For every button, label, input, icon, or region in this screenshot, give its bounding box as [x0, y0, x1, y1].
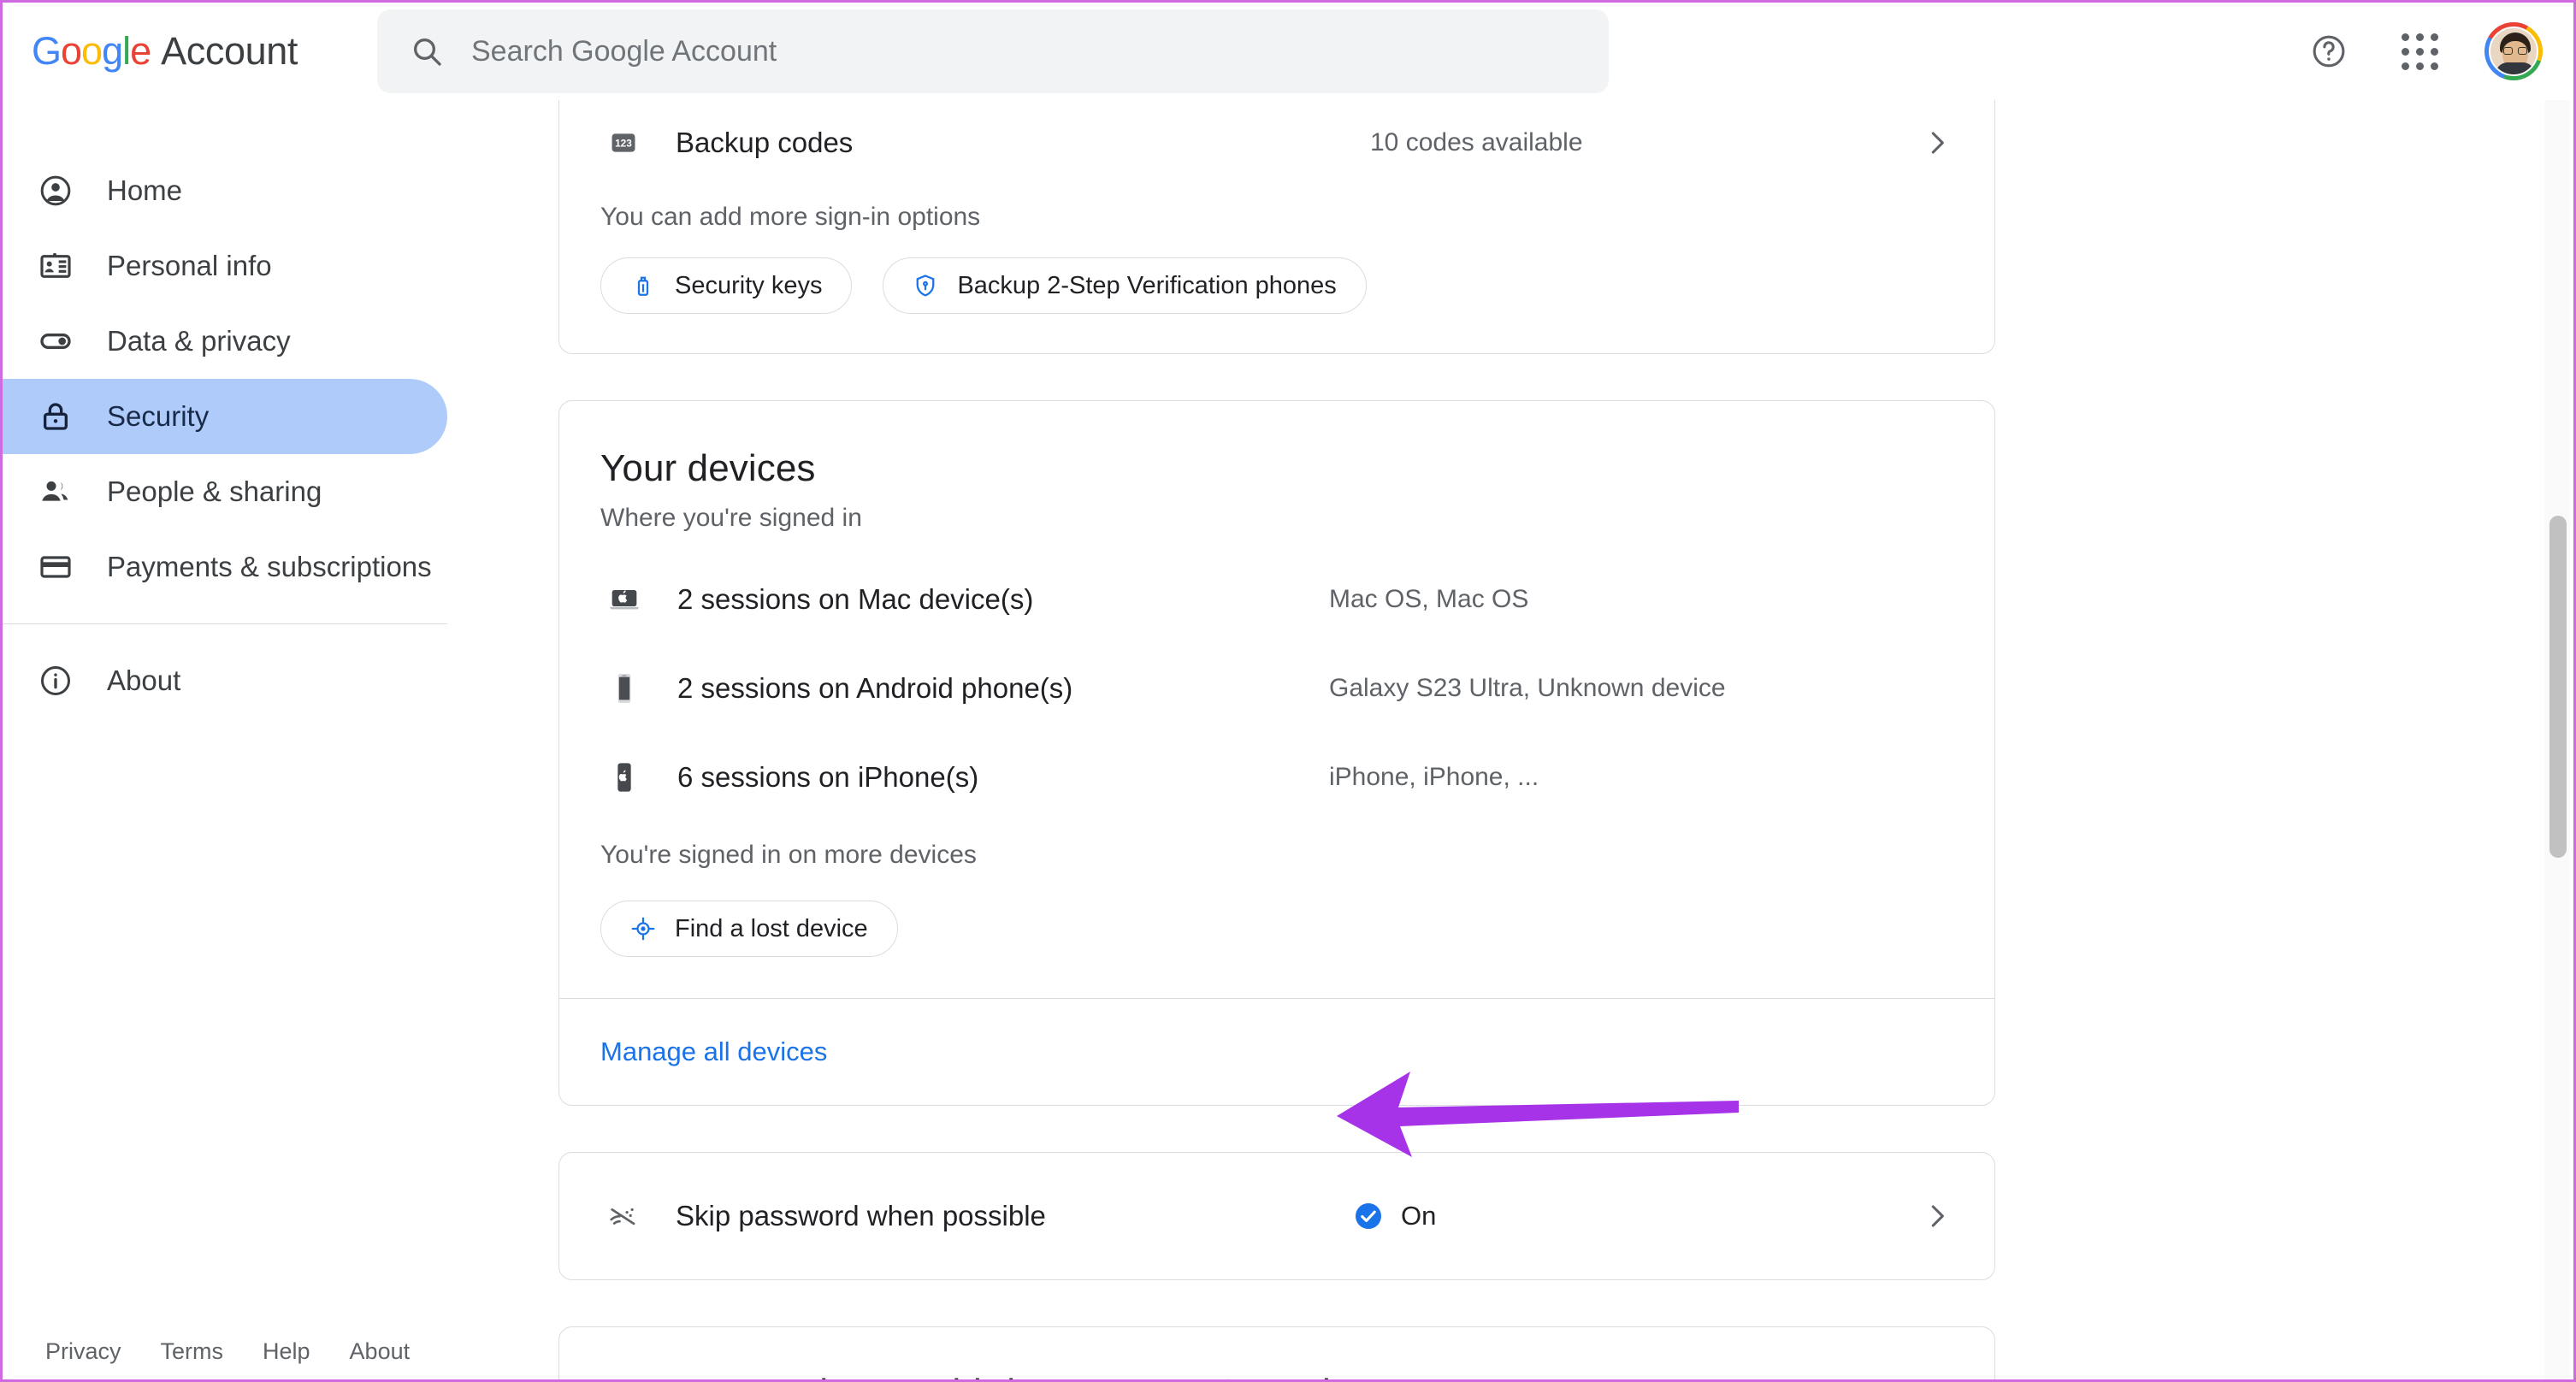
devices-card-footer: Manage all devices: [559, 998, 1994, 1105]
main-content: 123 Backup codes 10 codes available You …: [482, 100, 2573, 1379]
find-lost-device-label: Find a lost device: [675, 914, 868, 942]
people-icon: [33, 475, 78, 509]
apps-grid-icon[interactable]: [2394, 26, 2445, 77]
sidebar-item-label: People & sharing: [107, 475, 322, 507]
apps-grid-dots: [2401, 32, 2438, 70]
security-keys-chip[interactable]: Security keys: [600, 257, 853, 314]
device-detail: Mac OS, Mac OS: [1329, 585, 1529, 613]
passkey-icon: [600, 1200, 647, 1232]
sidebar-item-about[interactable]: About: [3, 643, 447, 718]
shield-check-icon: [913, 273, 938, 298]
search-input[interactable]: Search Google Account: [471, 35, 777, 68]
sidebar-item-label: Home: [107, 174, 183, 206]
device-label: 6 sessions on iPhone(s): [677, 761, 979, 793]
sidebar-item-label: Security: [107, 400, 210, 432]
signin-options-card: 123 Backup codes 10 codes available You …: [558, 100, 1995, 354]
sidebar-item-label: Data & privacy: [107, 325, 291, 357]
iphone-icon: [600, 760, 648, 794]
signin-helper-text: You can add more sign-in options: [600, 203, 981, 231]
check-circle-icon: [1353, 1201, 1384, 1231]
connections-title: Your connections to third-party apps & s…: [600, 1372, 1953, 1379]
device-row-mac[interactable]: 2 sessions on Mac device(s) Mac OS, Mac …: [600, 555, 1953, 644]
avatar-image: [2489, 27, 2538, 76]
device-row-android[interactable]: 2 sessions on Android phone(s) Galaxy S2…: [600, 644, 1953, 733]
header-actions: [2303, 3, 2543, 100]
content-column: 123 Backup codes 10 codes available You …: [558, 100, 1995, 1379]
backup-codes-row[interactable]: 123 Backup codes 10 codes available: [559, 100, 1994, 187]
signin-chip-row: Security keys Backup 2-Step Verification…: [559, 232, 1994, 353]
browser-page-frame: Google Account Search Google Account Hom…: [0, 0, 2576, 1382]
find-lost-device-chip[interactable]: Find a lost device: [600, 901, 898, 957]
google-account-brand[interactable]: Google Account: [32, 29, 298, 74]
device-detail: iPhone, iPhone, ...: [1329, 763, 1539, 791]
backup-codes-title: Backup codes: [676, 127, 854, 158]
find-device-row: Find a lost device: [559, 870, 1994, 998]
skip-password-title: Skip password when possible: [676, 1200, 1046, 1231]
avatar[interactable]: [2484, 22, 2543, 80]
id-card-icon: [33, 249, 78, 283]
footer-link-about[interactable]: About: [350, 1338, 411, 1365]
device-label: 2 sessions on Mac device(s): [677, 583, 1034, 615]
sidebar-item-people-sharing[interactable]: People & sharing: [3, 454, 447, 529]
sidebar-item-home[interactable]: Home: [3, 153, 447, 228]
help-circle-icon[interactable]: [2303, 26, 2354, 77]
manage-all-devices-link[interactable]: Manage all devices: [600, 1036, 827, 1066]
skip-password-card: Skip password when possible On: [558, 1152, 1995, 1280]
search-bar[interactable]: Search Google Account: [377, 9, 1609, 93]
devices-title: Your devices: [600, 447, 816, 489]
sidebar-item-label: Personal info: [107, 250, 272, 281]
more-devices-text: You're signed in on more devices: [600, 841, 977, 869]
sidebar-item-label: About: [107, 664, 181, 696]
android-phone-icon: [600, 671, 648, 706]
devices-header: Your devices Where you're signed in: [559, 401, 1994, 533]
footer-link-terms[interactable]: Terms: [161, 1338, 224, 1365]
device-label: 2 sessions on Android phone(s): [677, 672, 1073, 704]
sidebar-item-label: Payments & subscriptions: [107, 551, 432, 582]
app-header: Google Account Search Google Account: [3, 3, 2573, 100]
numbers-123-icon: 123: [600, 128, 647, 157]
your-devices-card: Your devices Where you're signed in 2 se…: [558, 400, 1995, 1106]
device-detail: Galaxy S23 Ultra, Unknown device: [1329, 674, 1726, 702]
toggle-switch-icon: [33, 324, 78, 358]
macbook-icon: [600, 582, 648, 617]
backup-2sv-phones-chip[interactable]: Backup 2-Step Verification phones: [883, 257, 1367, 314]
sidebar-item-personal-info[interactable]: Personal info: [3, 228, 447, 304]
sidebar-item-security[interactable]: Security: [3, 379, 447, 454]
sidebar-item-payments-subscriptions[interactable]: Payments & subscriptions: [3, 529, 447, 605]
footer-link-privacy[interactable]: Privacy: [45, 1338, 121, 1365]
sidebar-divider: [3, 623, 447, 624]
credit-card-icon: [33, 550, 78, 584]
chevron-right-icon[interactable]: [1921, 1200, 1953, 1232]
find-device-icon: [630, 916, 656, 942]
devices-subtitle: Where you're signed in: [600, 504, 862, 532]
chevron-right-icon[interactable]: [1921, 127, 1953, 159]
skip-password-row[interactable]: Skip password when possible On: [559, 1153, 1994, 1279]
backup-codes-value: 10 codes available: [1370, 128, 1583, 157]
lock-icon: [33, 399, 78, 434]
security-key-icon: [630, 273, 656, 298]
account-circle-icon: [33, 174, 78, 208]
device-list: 2 sessions on Mac device(s) Mac OS, Mac …: [559, 533, 1994, 822]
sidebar-item-data-privacy[interactable]: Data & privacy: [3, 304, 447, 379]
backup-2sv-phones-label: Backup 2-Step Verification phones: [957, 271, 1337, 299]
connections-header: Your connections to third-party apps & s…: [559, 1327, 1994, 1379]
security-keys-label: Security keys: [675, 271, 823, 299]
brand-account-word: Account: [161, 29, 298, 73]
info-circle-icon: [33, 664, 78, 698]
svg-text:123: 123: [615, 138, 632, 150]
sidebar-nav: Home Personal info Data & privacy Securi…: [3, 100, 482, 1323]
skip-password-status: On: [1353, 1201, 1436, 1231]
device-row-iphone[interactable]: 6 sessions on iPhone(s) iPhone, iPhone, …: [600, 733, 1953, 822]
skip-password-status-label: On: [1401, 1201, 1437, 1231]
page-footer: Privacy Terms Help About: [3, 1323, 482, 1379]
google-logo: Google: [32, 29, 151, 73]
footer-link-help[interactable]: Help: [263, 1338, 310, 1365]
scrollbar-thumb[interactable]: [2549, 516, 2567, 858]
connections-card: Your connections to third-party apps & s…: [558, 1326, 1995, 1379]
search-icon: [410, 34, 444, 68]
